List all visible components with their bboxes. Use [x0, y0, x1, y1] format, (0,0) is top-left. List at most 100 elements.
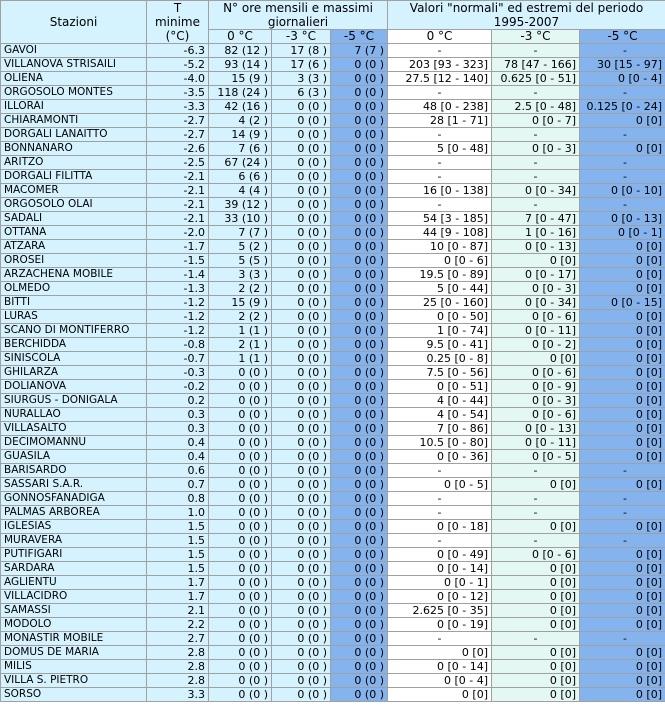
ore-0c: 2 (2 ) [208, 281, 272, 296]
table-row: LURAS -1.2 2 (2 ) 0 (0 ) 0 (0 ) 0 [0 - 50] 0 [… [0, 309, 665, 324]
normali-m3c: - [491, 505, 580, 520]
ore-m5c: 0 (0 ) [330, 519, 388, 534]
station-name: ORGOSOLO MONTES [0, 85, 147, 100]
normali-m5c: 0 [0] [579, 337, 665, 352]
ore-m5c: 0 (0 ) [330, 687, 388, 702]
ore-m5c: 0 (0 ) [330, 659, 388, 674]
ore-m3c: 0 (0 ) [271, 575, 331, 590]
normali-0c: - [387, 43, 492, 58]
table-row: SORSO 3.3 0 (0 ) 0 (0 ) 0 (0 ) 0 [0] 0 [0] 0 [0… [0, 687, 665, 702]
ore-m3c: 0 (0 ) [271, 491, 331, 506]
normali-0c: 0 [0 - 6] [387, 253, 492, 268]
ore-0c: 0 (0 ) [208, 365, 272, 380]
tmin-value: 0.6 [146, 463, 209, 478]
ore-m5c: 0 (0 ) [330, 491, 388, 506]
tmin-value: -1.7 [146, 239, 209, 254]
station-name: OTTANA [0, 225, 147, 240]
normali-0c: 0.25 [0 - 8] [387, 351, 492, 366]
ore-0c: 3 (3 ) [208, 267, 272, 282]
station-name: AGLIENTU [0, 575, 147, 590]
ore-m3c: 0 (0 ) [271, 645, 331, 660]
ore-m3c: 0 (0 ) [271, 533, 331, 548]
normali-m3c: 0 [0] [491, 603, 580, 618]
ore-m3c: 0 (0 ) [271, 617, 331, 632]
normali-m5c: 0 [0] [579, 407, 665, 422]
tmin-value: 1.0 [146, 505, 209, 520]
ore-m3c: 0 (0 ) [271, 631, 331, 646]
normali-0c: 0 [0 - 14] [387, 659, 492, 674]
normali-0c: - [387, 85, 492, 100]
station-name: SCANO DI MONTIFERRO [0, 323, 147, 338]
ore-m3c: 0 (0 ) [271, 211, 331, 226]
ore-0c: 0 (0 ) [208, 393, 272, 408]
table-body: GAVOI -6.3 82 (12 ) 17 (8 ) 7 (7 ) - - - VILLANO… [0, 43, 665, 702]
ore-0c: 0 (0 ) [208, 603, 272, 618]
ore-m5c: 0 (0 ) [330, 309, 388, 324]
ore-m5c: 0 (0 ) [330, 575, 388, 590]
ore-0c: 0 (0 ) [208, 421, 272, 436]
ore-0c: 1 (1 ) [208, 351, 272, 366]
normali-m3c: 7 [0 - 47] [491, 211, 580, 226]
ore-m5c: 0 (0 ) [330, 631, 388, 646]
ore-0c: 0 (0 ) [208, 449, 272, 464]
tmin-value: 0.7 [146, 477, 209, 492]
normali-0c: 54 [3 - 185] [387, 211, 492, 226]
tmin-value: -1.4 [146, 267, 209, 282]
ore-m5c: 0 (0 ) [330, 449, 388, 464]
ore-m5c: 0 (0 ) [330, 337, 388, 352]
normali-m3c: 0 [0 - 34] [491, 183, 580, 198]
station-name: VILLANOVA STRISAILI [0, 57, 147, 72]
ore-m3c: 0 (0 ) [271, 561, 331, 576]
tmin-value: 1.7 [146, 575, 209, 590]
ore-m5c: 0 (0 ) [330, 407, 388, 422]
ore-m3c: 0 (0 ) [271, 687, 331, 702]
station-name: MURAVERA [0, 533, 147, 548]
tmin-value: 2.2 [146, 617, 209, 632]
normali-0c: 10 [0 - 87] [387, 239, 492, 254]
normali-0c: 0 [0] [387, 687, 492, 702]
table-row: MACOMER -2.1 4 (4 ) 0 (0 ) 0 (0 ) 16 [0 - 138… [0, 183, 665, 198]
normali-m3c: 0 [0 - 2] [491, 337, 580, 352]
normali-0c: 0 [0 - 36] [387, 449, 492, 464]
normali-0c: - [387, 463, 492, 478]
tmin-value: -0.8 [146, 337, 209, 352]
normali-m3c: 0 [0 - 3] [491, 393, 580, 408]
ore-0c: 4 (2 ) [208, 113, 272, 128]
ore-m3c: 0 (0 ) [271, 323, 331, 338]
normali-0c: 5 [0 - 48] [387, 141, 492, 156]
table-row: AGLIENTU 1.7 0 (0 ) 0 (0 ) 0 (0 ) 0 [0 - 1] 0 … [0, 575, 665, 590]
normali-0c: 0 [0 - 1] [387, 575, 492, 590]
normali-0c: 5 [0 - 44] [387, 281, 492, 296]
normali-m5c: 0 [0 - 1] [579, 225, 665, 240]
table-row: MURAVERA 1.5 0 (0 ) 0 (0 ) 0 (0 ) - - - [0, 533, 665, 548]
tmin-value: 1.5 [146, 561, 209, 576]
normali-m5c: - [579, 533, 665, 548]
normali-m5c: - [579, 85, 665, 100]
tmin-value: -6.3 [146, 43, 209, 58]
tmin-value: 2.8 [146, 659, 209, 674]
normali-m3c: - [491, 85, 580, 100]
normali-m3c: 0 [0] [491, 617, 580, 632]
table-row: IGLESIAS 1.5 0 (0 ) 0 (0 ) 0 (0 ) 0 [0 - 18] 0… [0, 519, 665, 534]
normali-m5c: - [579, 491, 665, 506]
tmin-value: -2.5 [146, 155, 209, 170]
normali-m3c: 0 [0] [491, 477, 580, 492]
ore-m5c: 0 (0 ) [330, 393, 388, 408]
normali-m3c: 2.5 [0 - 48] [491, 99, 580, 114]
ore-0c: 7 (7 ) [208, 225, 272, 240]
table-header: Stazioni T minime (°C) N° ore mensili e … [0, 0, 665, 44]
normali-m3c: - [491, 169, 580, 184]
normali-0c: 44 [9 - 108] [387, 225, 492, 240]
ore-m3c: 0 (0 ) [271, 589, 331, 604]
tmin-value: 0.4 [146, 435, 209, 450]
ore-m5c: 0 (0 ) [330, 183, 388, 198]
ore-0c: 0 (0 ) [208, 659, 272, 674]
ore-0c: 7 (6 ) [208, 141, 272, 156]
normali-m5c: - [579, 197, 665, 212]
normali-m3c: - [491, 631, 580, 646]
station-name: OROSEI [0, 253, 147, 268]
ore-m3c: 17 (8 ) [271, 43, 331, 58]
ore-m3c: 0 (0 ) [271, 673, 331, 688]
ore-0c: 0 (0 ) [208, 631, 272, 646]
normali-m5c: 0 [0] [579, 617, 665, 632]
